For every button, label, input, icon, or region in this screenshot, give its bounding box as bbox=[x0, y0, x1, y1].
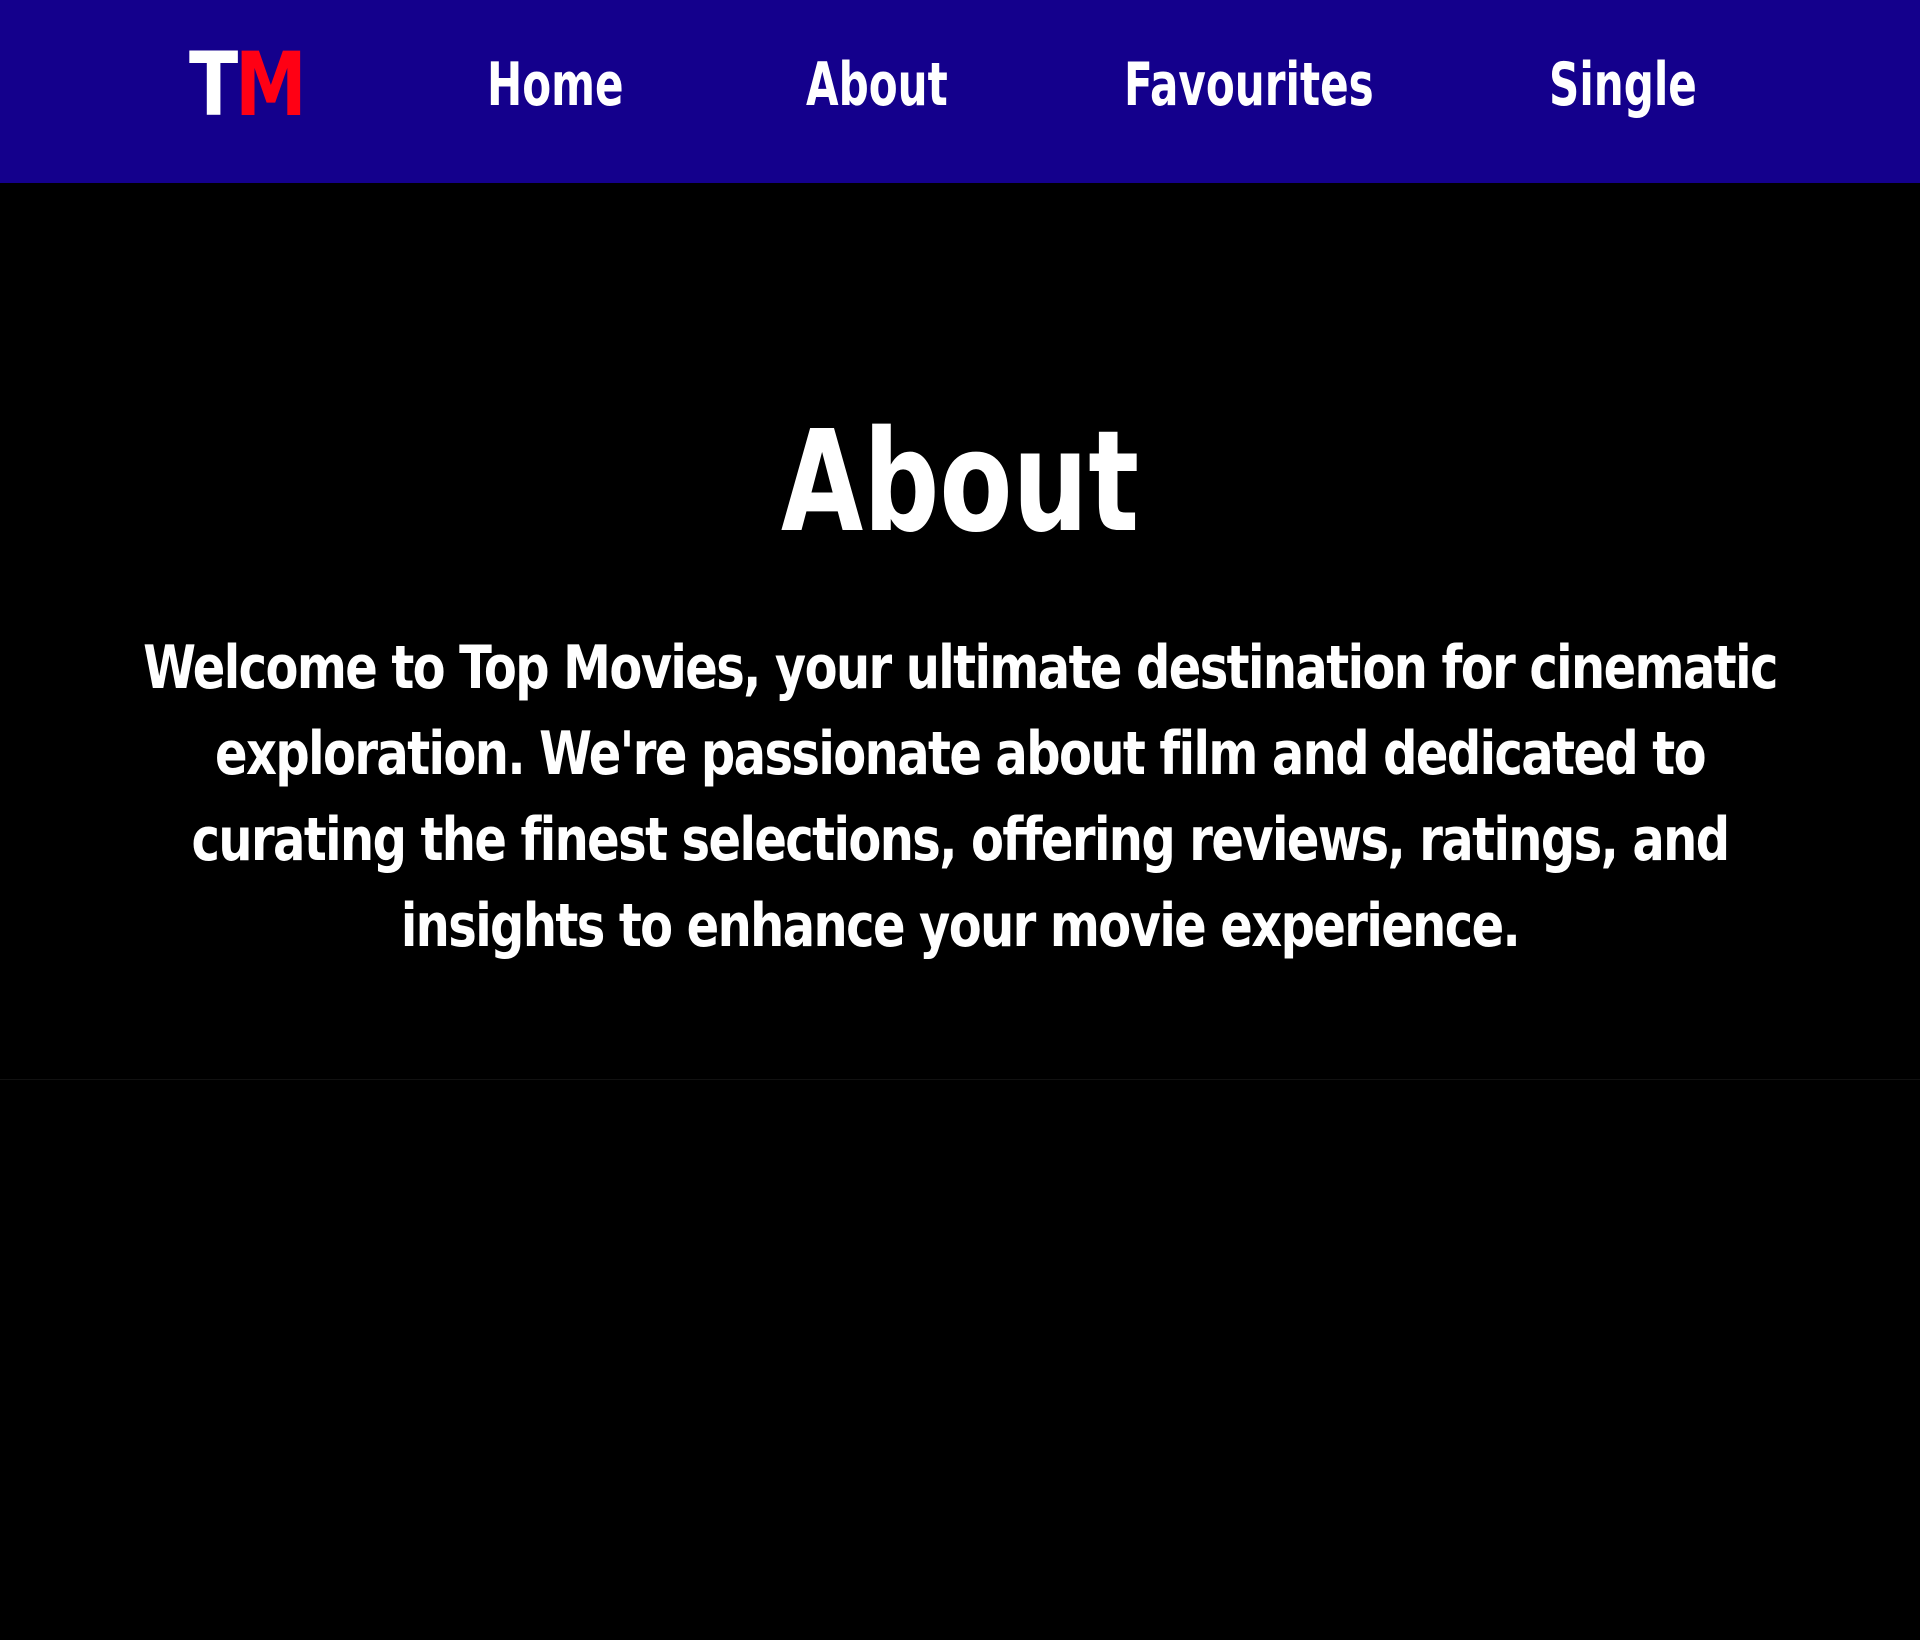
nav-link-single[interactable]: Single bbox=[1549, 45, 1697, 125]
top-navbar: TM Home About Favourites Single bbox=[0, 0, 1920, 183]
about-description: Welcome to Top Movies, your ultimate des… bbox=[130, 625, 1790, 969]
nav-link-home[interactable]: Home bbox=[487, 45, 624, 125]
about-heading: About bbox=[780, 401, 1140, 564]
about-section: About Welcome to Top Movies, your ultima… bbox=[0, 183, 1920, 1079]
about-description-text: Welcome to Top Movies, your ultimate des… bbox=[143, 633, 1778, 961]
nav-link-about[interactable]: About bbox=[806, 45, 948, 125]
logo-letter-t: T bbox=[189, 33, 238, 136]
empty-content-area bbox=[0, 1080, 1920, 1640]
nav-link-favourites[interactable]: Favourites bbox=[1124, 45, 1374, 125]
site-logo[interactable]: TM bbox=[189, 38, 307, 132]
logo-letter-m: M bbox=[234, 33, 307, 136]
